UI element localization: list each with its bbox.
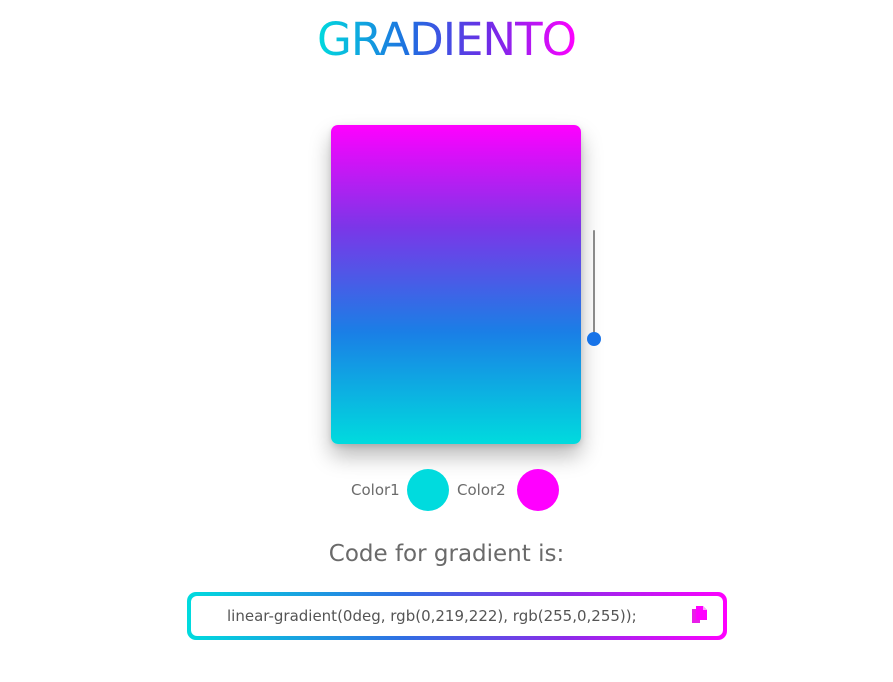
gradient-code-text[interactable]: linear-gradient(0deg, rgb(0,219,222), rg… [227, 606, 637, 626]
app-title-text: GRADIENTO [316, 13, 577, 66]
color-pickers-row: Color1 Color2 [0, 469, 893, 511]
gradient-generator-page: GRADIENTO Color1 Color2 Code for gradien… [0, 0, 893, 682]
color2-label: Color2 [457, 481, 506, 499]
code-output-box: linear-gradient(0deg, rgb(0,219,222), rg… [187, 592, 727, 640]
color1-picker[interactable] [407, 469, 449, 511]
gradient-preview [331, 125, 581, 444]
code-output-inner: linear-gradient(0deg, rgb(0,219,222), rg… [191, 596, 723, 636]
color1-label: Color1 [351, 481, 400, 499]
angle-slider[interactable] [584, 228, 604, 350]
app-title: GRADIENTO [0, 10, 893, 70]
color2-picker[interactable] [517, 469, 559, 511]
copy-icon[interactable] [689, 605, 709, 627]
angle-slider-track[interactable] [593, 230, 595, 342]
code-heading: Code for gradient is: [328, 541, 565, 567]
angle-slider-thumb[interactable] [587, 331, 601, 346]
